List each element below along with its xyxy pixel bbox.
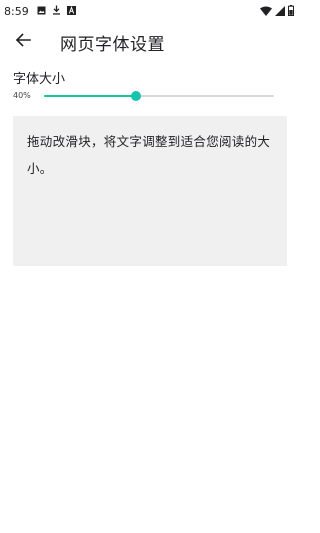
status-time: 8:59 [4,4,29,18]
notification-icons [37,5,76,18]
font-size-label: 字体大小 [13,72,66,87]
back-button[interactable] [12,30,34,52]
arrow-left-icon [15,32,31,51]
preview-box: 拖动改滑块，将文字调整到适合您阅读的大小。 [13,116,287,266]
download-icon [52,5,61,18]
wifi-icon [260,6,272,19]
preview-text: 拖动改滑块，将文字调整到适合您阅读的大小。 [27,134,271,176]
battery-icon [288,5,294,19]
font-size-value: 40% [13,91,31,100]
image-icon [37,5,46,18]
page-title: 网页字体设置 [60,35,165,55]
font-size-slider[interactable] [44,88,274,104]
signal-icon [275,5,285,19]
system-icons [260,5,294,19]
app-bar: 网页字体设置 [0,22,300,60]
slider-thumb[interactable] [131,91,141,101]
slider-fill [44,95,136,97]
a-icon [66,5,76,18]
status-bar: 8:59 [0,0,300,22]
